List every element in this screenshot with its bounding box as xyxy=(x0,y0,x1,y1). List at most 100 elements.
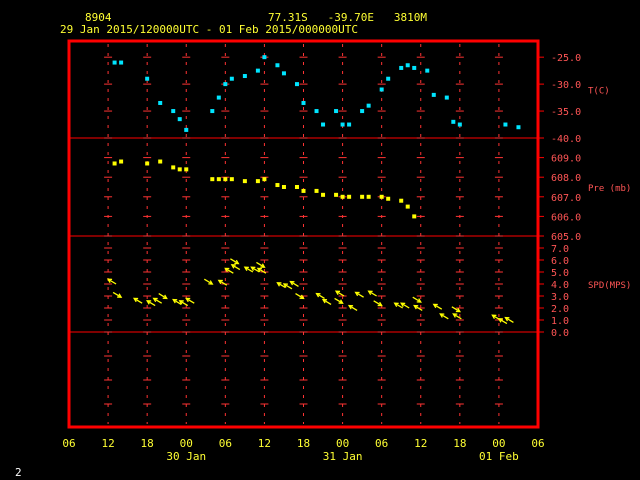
temperature-point xyxy=(334,109,339,114)
pressure-point xyxy=(158,159,163,164)
ytick-label: 1.0 xyxy=(551,316,569,327)
date-label: 01 Feb xyxy=(479,450,519,463)
pressure-point xyxy=(347,194,352,199)
pressure-point xyxy=(171,165,176,170)
pressure-point xyxy=(229,177,234,182)
xtick-label: 00 xyxy=(492,437,505,450)
ytick-label: -25.0 xyxy=(551,53,581,64)
temperature-point xyxy=(386,76,391,81)
temperature-point xyxy=(347,122,352,127)
xtick-label: 18 xyxy=(453,437,466,450)
ytick-label: 2.0 xyxy=(551,304,569,315)
ytick-label: 0.0 xyxy=(551,328,569,339)
temperature-point xyxy=(112,60,117,65)
panel-label-temperature: T(C) xyxy=(588,87,610,97)
xtick-label: 06 xyxy=(375,437,388,450)
pressure-point xyxy=(360,194,365,199)
pressure-point xyxy=(210,177,215,182)
ytick-label: 609.0 xyxy=(551,154,581,165)
temperature-point xyxy=(457,122,462,127)
temperature-point xyxy=(145,76,150,81)
pressure-point xyxy=(281,185,286,189)
temperature-point xyxy=(210,109,215,114)
temperature-point xyxy=(301,100,306,105)
temperature-point xyxy=(177,117,182,122)
xtick-label: 06 xyxy=(219,437,232,450)
temperature-point xyxy=(294,82,299,87)
temperature-point xyxy=(516,125,521,130)
pressure-point xyxy=(275,183,280,188)
ytick-label: -40.0 xyxy=(551,134,581,145)
temperature-point xyxy=(242,74,247,79)
ytick-label: 607.0 xyxy=(551,193,581,204)
pressure-point xyxy=(242,179,247,184)
pressure-point xyxy=(119,159,124,164)
axis-labels: -25.0 -30.0 -35.0 -40.0 T(C) 609.0 608.0 607.0 6… xyxy=(62,53,631,463)
pressure-point xyxy=(255,179,260,184)
meteogram-chart: -25.0 -30.0 -35.0 -40.0 T(C) 609.0 608.0 607.0 6… xyxy=(62,39,631,463)
xtick-label: 18 xyxy=(297,437,310,450)
temperature-point xyxy=(314,109,319,114)
temperature-point xyxy=(399,65,404,70)
xtick-label: 00 xyxy=(336,437,349,450)
ytick-label: -30.0 xyxy=(551,80,581,91)
pressure-point xyxy=(177,167,182,172)
temperature-point xyxy=(451,119,456,124)
temperature-point xyxy=(171,109,176,114)
temperature-point xyxy=(340,122,345,127)
ytick-label: 605.0 xyxy=(551,232,581,243)
xtick-label: 12 xyxy=(258,437,271,450)
pressure-point xyxy=(145,161,150,166)
temperature-point xyxy=(425,68,430,73)
date-label: 30 Jan xyxy=(166,450,206,463)
temperature-point xyxy=(321,122,326,127)
grid xyxy=(69,44,544,424)
ytick-label: 608.0 xyxy=(551,173,581,184)
xtick-label: 06 xyxy=(531,437,544,450)
xtick-label: 12 xyxy=(101,437,114,450)
ytick-label: 3.0 xyxy=(551,292,569,303)
temperature-point xyxy=(431,92,436,97)
pressure-point xyxy=(366,194,371,199)
xtick-label: 00 xyxy=(180,437,193,450)
pressure-point xyxy=(314,188,319,193)
panel-label-pressure: Pre (mb) xyxy=(588,184,631,194)
ytick-label: 606.0 xyxy=(551,212,581,223)
pressure-point xyxy=(334,192,339,197)
ytick-label: 7.0 xyxy=(551,244,569,255)
ytick-label: 6.0 xyxy=(551,256,569,267)
temperature-point xyxy=(262,55,267,60)
pressure-point xyxy=(379,194,384,199)
pressure-point xyxy=(294,185,299,189)
pressure-point xyxy=(112,161,117,166)
temperature-point xyxy=(360,109,365,114)
pressure-point xyxy=(262,177,267,182)
temperature-point xyxy=(412,65,417,70)
temperature-point xyxy=(275,63,280,68)
temperature-point xyxy=(223,82,228,87)
pressure-point xyxy=(321,192,326,197)
xtick-label: 06 xyxy=(62,437,75,450)
ytick-label: 5.0 xyxy=(551,268,569,279)
xtick-label: 12 xyxy=(414,437,427,450)
ytick-label: -35.0 xyxy=(551,107,581,118)
date-label: 31 Jan xyxy=(323,450,363,463)
temperature-point xyxy=(281,71,286,76)
panel-label-wind_speed: SPD(MPS) xyxy=(588,281,631,291)
temperature-point xyxy=(255,68,260,73)
temperature-point xyxy=(503,122,508,127)
temperature-point xyxy=(444,95,449,100)
pressure-point xyxy=(223,177,228,182)
data-marks xyxy=(106,55,521,325)
pressure-point xyxy=(216,177,221,182)
temperature-point xyxy=(229,76,234,81)
temperature-point xyxy=(184,127,189,132)
pressure-point xyxy=(386,196,391,201)
pressure-point xyxy=(405,204,410,209)
ytick-label: 4.0 xyxy=(551,280,569,291)
xtick-label: 18 xyxy=(141,437,154,450)
temperature-point xyxy=(158,100,163,105)
temperature-point xyxy=(366,103,371,108)
pressure-point xyxy=(340,194,345,199)
pressure-point xyxy=(184,167,189,172)
